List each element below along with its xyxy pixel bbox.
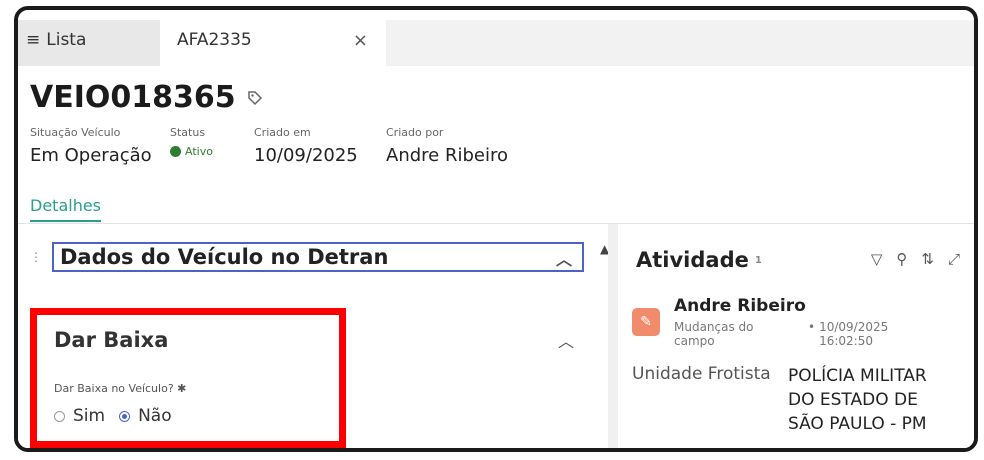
field-status: Status Ativo xyxy=(170,126,213,158)
drag-handle-icon[interactable]: ⋮ xyxy=(30,250,42,264)
activity-time: • 10/09/2025 16:02:50 xyxy=(808,320,899,348)
radio-sim[interactable] xyxy=(54,410,65,422)
baixa-radio-group: Sim Não xyxy=(54,406,172,426)
panel-divider xyxy=(608,224,618,448)
field-situacao: Situação Veículo Em Operação xyxy=(30,126,152,166)
tab-lista-label: Lista xyxy=(46,30,87,50)
radio-nao[interactable] xyxy=(119,410,131,422)
details-panel: ⋮ Dados do Veículo no Detran ︿ ▲ Dar Bai… xyxy=(18,224,609,448)
status-label: Status xyxy=(170,126,206,139)
field-criado-em: Criado em 10/09/2025 xyxy=(254,126,358,166)
tab-afa2335-label: AFA2335 xyxy=(177,30,252,50)
status-value: Ativo xyxy=(170,145,213,158)
section-detran-header[interactable]: Dados do Veículo no Detran ︿ xyxy=(52,242,584,272)
activity-toolbar: ▽ ⚲ ⇅ ⤢ xyxy=(871,250,960,268)
sort-icon[interactable]: ⇅ xyxy=(921,250,934,268)
filter-icon[interactable]: ▽ xyxy=(871,250,883,268)
record-title-text: VEIO018365 xyxy=(30,80,236,115)
tab-detalhes[interactable]: Detalhes xyxy=(30,196,102,222)
tab-lista[interactable]: ≡ Lista xyxy=(26,30,86,50)
activity-field-value: POLÍCIA MILITAR DO ESTADO DE SÃO PAULO -… xyxy=(788,366,927,434)
activity-panel: Atividade 1 ▽ ⚲ ⇅ ⤢ ✎ Andre Ribeiro Muda… xyxy=(618,224,974,448)
field-criado-por: Criado por Andre Ribeiro xyxy=(386,126,508,166)
app-frame: ≡ Lista AFA2335 × VEIO018365 Situação Ve… xyxy=(14,6,978,452)
activity-user: Andre Ribeiro xyxy=(674,296,806,316)
tag-icon[interactable] xyxy=(246,89,264,107)
status-badge-text: Ativo xyxy=(185,145,213,158)
bullet: • xyxy=(808,320,816,334)
activity-count: 1 xyxy=(754,254,762,266)
situacao-label: Situação Veículo xyxy=(30,126,121,139)
situacao-value: Em Operação xyxy=(30,145,152,166)
expand-icon[interactable]: ⤢ xyxy=(948,250,960,268)
chevron-up-icon[interactable]: ︿ xyxy=(558,328,574,352)
search-icon[interactable]: ⚲ xyxy=(896,250,907,268)
tab-afa2335[interactable]: AFA2335 × xyxy=(160,20,386,66)
section-detran-title: Dados do Veículo no Detran xyxy=(60,245,389,269)
status-badge: Ativo xyxy=(170,145,213,158)
activity-title-text: Atividade xyxy=(636,248,749,272)
chevron-up-icon[interactable]: ︿ xyxy=(556,246,572,270)
menu-icon: ≡ xyxy=(26,30,41,50)
criado-por-label: Criado por xyxy=(386,126,444,139)
record-title: VEIO018365 xyxy=(30,80,264,115)
section-baixa-title: Dar Baixa xyxy=(54,328,169,352)
tab-bar: ≡ Lista AFA2335 × xyxy=(18,20,974,66)
criado-em-value: 10/09/2025 xyxy=(254,145,358,166)
baixa-field-label: Dar Baixa no Veículo? ✱ xyxy=(54,382,187,395)
activity-timestamp: 10/09/2025 16:02:50 xyxy=(819,320,889,348)
criado-em-label: Criado em xyxy=(254,126,311,139)
radio-nao-label[interactable]: Não xyxy=(138,406,172,426)
edit-icon: ✎ xyxy=(632,308,660,336)
tab-bar-empty xyxy=(386,20,974,66)
criado-por-value: Andre Ribeiro xyxy=(386,145,508,166)
activity-field-label: Unidade Frotista xyxy=(632,364,771,384)
close-icon[interactable]: × xyxy=(353,30,368,51)
radio-sim-label[interactable]: Sim xyxy=(73,406,105,426)
activity-title: Atividade 1 xyxy=(636,248,762,272)
activity-action: Mudanças do campo xyxy=(674,320,754,348)
status-dot-icon xyxy=(170,146,181,157)
